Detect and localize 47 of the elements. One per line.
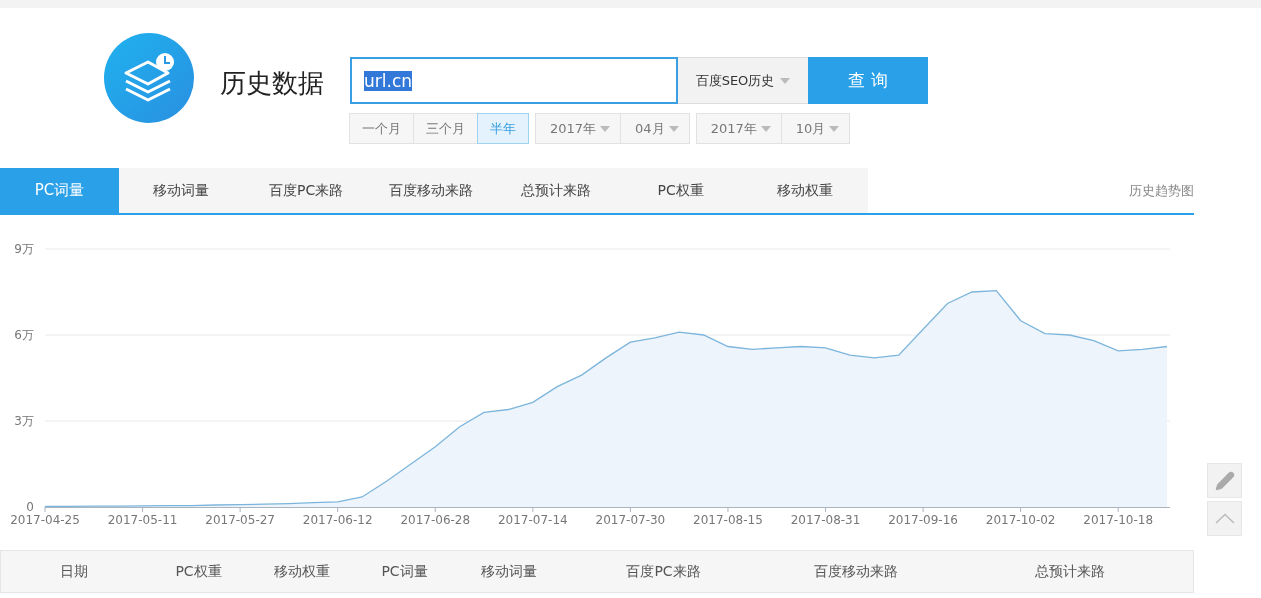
column-header: 日期 (58, 562, 89, 581)
x-axis-label: 2017-08-15 (693, 513, 763, 527)
date-dropdown[interactable]: 04月 (620, 113, 690, 144)
x-axis-label: 2017-09-16 (888, 513, 958, 527)
query-button[interactable]: 查 询 (808, 57, 928, 104)
y-axis-label: 6万 (14, 328, 34, 342)
column-header: 总预计来路 (1033, 562, 1106, 581)
y-axis-label: 9万 (14, 242, 34, 256)
metric-tab[interactable]: 总预计来路 (493, 168, 619, 213)
x-axis-label: 2017-10-02 (985, 513, 1056, 527)
x-axis-label: 2017-04-25 (10, 513, 80, 527)
column-header: 移动权重 (273, 562, 331, 581)
column-header: 百度移动来路 (813, 562, 899, 581)
column-header: PC词量 (380, 562, 429, 581)
edit-button[interactable] (1207, 463, 1242, 498)
y-axis-label: 3万 (14, 414, 34, 428)
date-dropdown[interactable]: 10月 (780, 113, 851, 144)
search-field[interactable]: url.cn (350, 57, 678, 104)
date-dropdown[interactable]: 2017年 (695, 113, 782, 144)
metric-tab[interactable]: 移动词量 (119, 168, 244, 213)
metric-tab[interactable]: 百度移动来路 (368, 168, 494, 213)
x-axis-label: 2017-07-30 (595, 513, 666, 527)
pencil-icon (1214, 470, 1235, 491)
period-button[interactable]: 半年 (477, 113, 529, 144)
page-title: 历史数据 (220, 67, 324, 100)
x-axis-label: 2017-10-18 (1083, 513, 1154, 527)
back-to-top-button[interactable] (1207, 501, 1242, 536)
column-header: 百度PC来路 (625, 562, 702, 581)
y-axis-label: 0 (26, 500, 34, 514)
x-axis-label: 2017-05-27 (205, 513, 275, 527)
column-header: PC权重 (174, 562, 223, 581)
date-dropdown[interactable]: 2017年 (535, 113, 622, 144)
chevron-up-icon (1214, 513, 1235, 524)
x-axis-label: 2017-06-12 (302, 513, 373, 527)
x-axis-label: 2017-05-11 (107, 513, 178, 527)
metric-tab[interactable]: PC词量 (0, 168, 119, 213)
x-axis-label: 2017-07-14 (497, 513, 568, 527)
x-axis-label: 2017-06-28 (400, 513, 471, 527)
metric-tab[interactable]: 百度PC来路 (243, 168, 369, 213)
x-axis-label: 2017-08-31 (790, 513, 861, 527)
period-button[interactable]: 三个月 (413, 113, 478, 144)
column-header: 移动词量 (479, 562, 538, 581)
metric-tab[interactable]: PC权重 (618, 168, 743, 213)
source-dropdown[interactable]: 百度SEO历史 (678, 57, 808, 104)
period-button[interactable]: 一个月 (349, 113, 414, 144)
metric-tab[interactable]: 移动权重 (743, 168, 868, 213)
trend-link[interactable]: 历史趋势图 (1129, 181, 1194, 200)
